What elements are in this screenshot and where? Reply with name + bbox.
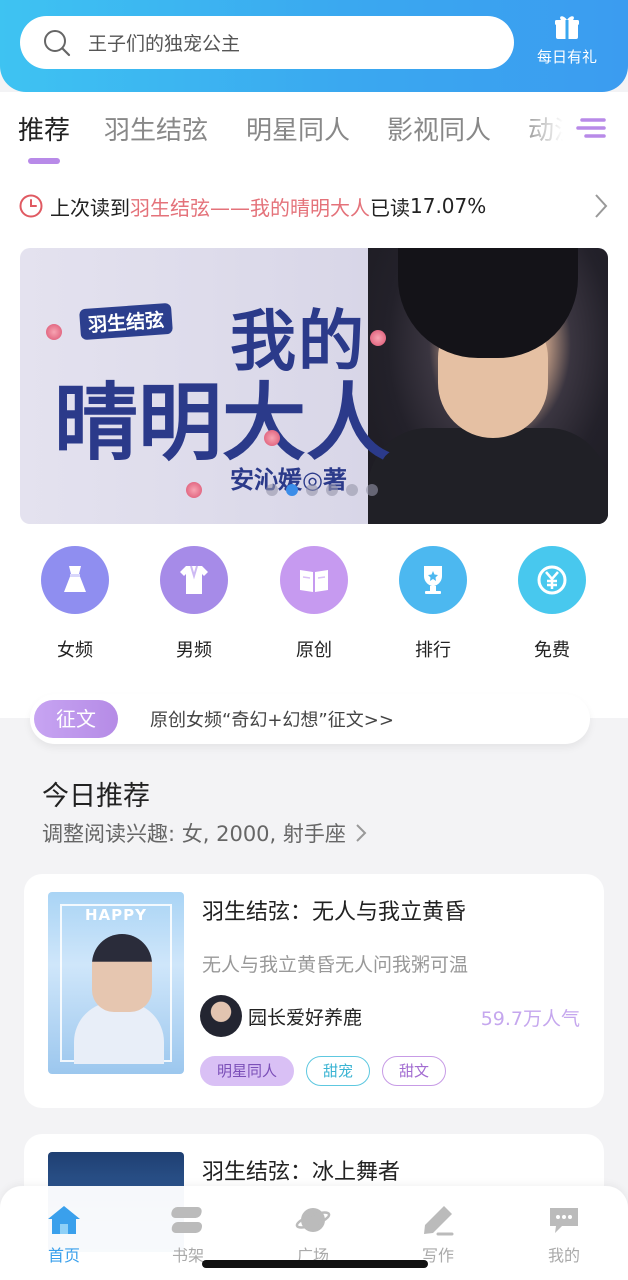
interest-adjust-text: 调整阅读兴趣: 女, 2000, 射手座 (42, 822, 346, 846)
popularity-count: 59.7万人气 (480, 1008, 580, 1030)
pen-icon (424, 1206, 454, 1236)
tab-film-fanfic[interactable]: 影视同人 (387, 110, 491, 147)
active-tab-indicator (28, 158, 60, 164)
nav-label: 我的 (547, 1246, 580, 1265)
category-female[interactable]: 女频 (35, 546, 115, 662)
tab-recommend[interactable]: 推荐 (18, 110, 70, 147)
search-bar[interactable]: 王子们的独宠公主 (20, 16, 514, 69)
last-read-progress-label: 已读 (370, 195, 410, 220)
banner-tag: 羽生结弦 (79, 302, 173, 341)
book-tag[interactable]: 明星同人 (200, 1056, 295, 1086)
category-label: 女频 (57, 640, 93, 661)
category-male[interactable]: 男频 (154, 546, 234, 662)
category-label: 原创 (296, 640, 332, 661)
nav-label: 首页 (47, 1246, 80, 1265)
cover-text: HAPPY (84, 906, 147, 924)
gift-icon (555, 16, 579, 39)
last-read-bar[interactable]: 上次读到 羽生结弦——我的晴明大人 已读 17.07% (18, 188, 618, 224)
bookshelf-icon (171, 1207, 203, 1233)
chevron-right-icon (356, 824, 367, 842)
rose-decoration (46, 324, 62, 340)
rose-decoration (186, 482, 202, 498)
home-indicator (202, 1260, 428, 1268)
essay-pill: 征文 (34, 700, 118, 738)
avatar (200, 995, 242, 1037)
interest-adjust-link[interactable]: 调整阅读兴趣: 女, 2000, 射手座 (42, 818, 368, 848)
shirt-icon (160, 546, 228, 614)
banner-photo (368, 248, 608, 524)
tabs-fade (520, 104, 628, 154)
essay-text: 原创女频“奇幻+幻想”征文>> (150, 710, 394, 731)
book-tag[interactable]: 甜宠 (306, 1056, 371, 1086)
banner-title-line2: 晴明大人 (54, 373, 391, 472)
dress-icon (41, 546, 109, 614)
pagination-dot[interactable] (366, 484, 378, 496)
clock-icon (19, 194, 43, 218)
book-title: 羽生结弦：无人与我立黄昏 (202, 900, 467, 925)
top-header: 王子们的独宠公主 每日有礼 (0, 0, 628, 92)
category-label: 免费 (534, 640, 570, 661)
book-cover: HAPPY (48, 892, 184, 1074)
planet-icon (295, 1208, 331, 1232)
menu-icon[interactable] (576, 112, 608, 144)
rose-decoration (370, 330, 386, 346)
category-label: 男频 (176, 640, 212, 661)
pagination-dot[interactable] (326, 484, 338, 496)
tab-hanyu[interactable]: 羽生结弦 (104, 110, 208, 147)
chevron-right-icon (595, 194, 608, 218)
nav-me[interactable]: 我的 (524, 1204, 604, 1266)
category-free[interactable]: 免费 (512, 546, 592, 662)
category-original[interactable]: 原创 (274, 546, 354, 662)
promo-banner[interactable]: 羽生结弦 我的 晴明大人 安沁媛◎著 (20, 248, 608, 524)
last-read-book: 羽生结弦——我的晴明大人 (130, 195, 370, 220)
trophy-icon (399, 546, 467, 614)
daily-gift-button[interactable]: 每日有礼 (530, 12, 604, 74)
search-placeholder: 王子们的独宠公主 (88, 33, 241, 55)
rose-decoration (264, 430, 280, 446)
author-row: 园长爱好养鹿 59.7万人气 (200, 994, 580, 1038)
book-card[interactable]: HAPPY 羽生结弦：无人与我立黄昏 无人与我立黄昏无人问我粥可温 园长爱好养鹿… (24, 874, 604, 1108)
pagination-dot[interactable] (266, 484, 278, 496)
category-label: 排行 (415, 640, 451, 661)
essay-contest-banner[interactable]: 征文 原创女频“奇幻+幻想”征文>> (30, 694, 590, 744)
last-read-progress: 17.07% (410, 194, 487, 218)
pagination-dot[interactable] (306, 484, 318, 496)
nav-bookshelf[interactable]: 书架 (148, 1204, 228, 1266)
home-icon (48, 1206, 80, 1234)
nav-home[interactable]: 首页 (24, 1204, 104, 1266)
gift-label: 每日有礼 (536, 48, 597, 66)
book-tags: 明星同人 甜宠 甜文 (200, 1056, 447, 1086)
nav-write[interactable]: 写作 (398, 1204, 478, 1266)
book-icon (280, 546, 348, 614)
nav-square[interactable]: 广场 (273, 1204, 353, 1266)
section-title: 今日推荐 (42, 781, 150, 812)
search-icon (44, 29, 71, 56)
author-name: 园长爱好养鹿 (248, 1006, 363, 1029)
tab-star-fanfic[interactable]: 明星同人 (246, 110, 350, 147)
yen-coin-icon (518, 546, 586, 614)
book-title: 羽生结弦：冰上舞者 (202, 1160, 401, 1185)
book-description: 无人与我立黄昏无人问我粥可温 (202, 954, 469, 976)
category-ranking[interactable]: 排行 (393, 546, 473, 662)
chat-bubble-icon (550, 1208, 578, 1233)
banner-pagination (266, 484, 378, 496)
book-tag[interactable]: 甜文 (382, 1056, 447, 1086)
last-read-prefix: 上次读到 (50, 195, 130, 220)
pagination-dot[interactable] (286, 484, 298, 496)
pagination-dot[interactable] (346, 484, 358, 496)
